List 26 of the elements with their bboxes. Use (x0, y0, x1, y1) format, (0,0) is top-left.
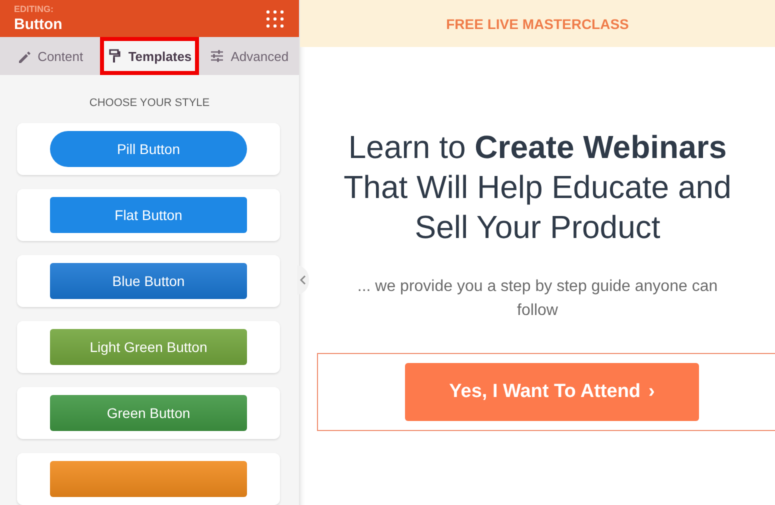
tab[interactable]: Content (0, 37, 100, 75)
template-card[interactable]: Green Button (17, 387, 280, 439)
subheadline: ... we provide you a step by step guide anyone can follow (356, 277, 719, 321)
button-preview: Green Button (50, 395, 247, 431)
template-card[interactable]: Flat Button (17, 189, 280, 241)
grid-menu-icon[interactable] (265, 8, 285, 29)
banner-text: FREE LIVE MASTERCLASS (446, 16, 629, 32)
attend-button[interactable]: Yes, I Want To Attend › (405, 363, 699, 421)
button-preview: Blue Button (50, 263, 247, 299)
section-title: CHOOSE YOUR STYLE (88, 97, 211, 109)
tab[interactable]: Advanced (199, 37, 300, 75)
template-card[interactable] (17, 453, 280, 505)
editing-label: EDITING: (14, 4, 54, 14)
template-card[interactable]: Light Green Button (17, 321, 280, 373)
collapse-tab-icon[interactable] (297, 265, 309, 295)
button-preview: Light Green Button (50, 329, 247, 365)
pencil-icon (16, 49, 31, 64)
paint-roller-icon (107, 49, 122, 64)
template-card[interactable]: Blue Button (17, 255, 280, 307)
button-preview: Flat Button (50, 197, 247, 233)
element-name: Button (14, 16, 62, 34)
template-card[interactable]: Pill Button (17, 123, 280, 175)
sliders-icon (210, 49, 224, 64)
button-preview: Pill Button (50, 131, 247, 167)
headline: Learn to Create Webinars That Will Help Educate and Sell Your Product (342, 128, 732, 247)
tab[interactable]: Templates (100, 37, 200, 75)
